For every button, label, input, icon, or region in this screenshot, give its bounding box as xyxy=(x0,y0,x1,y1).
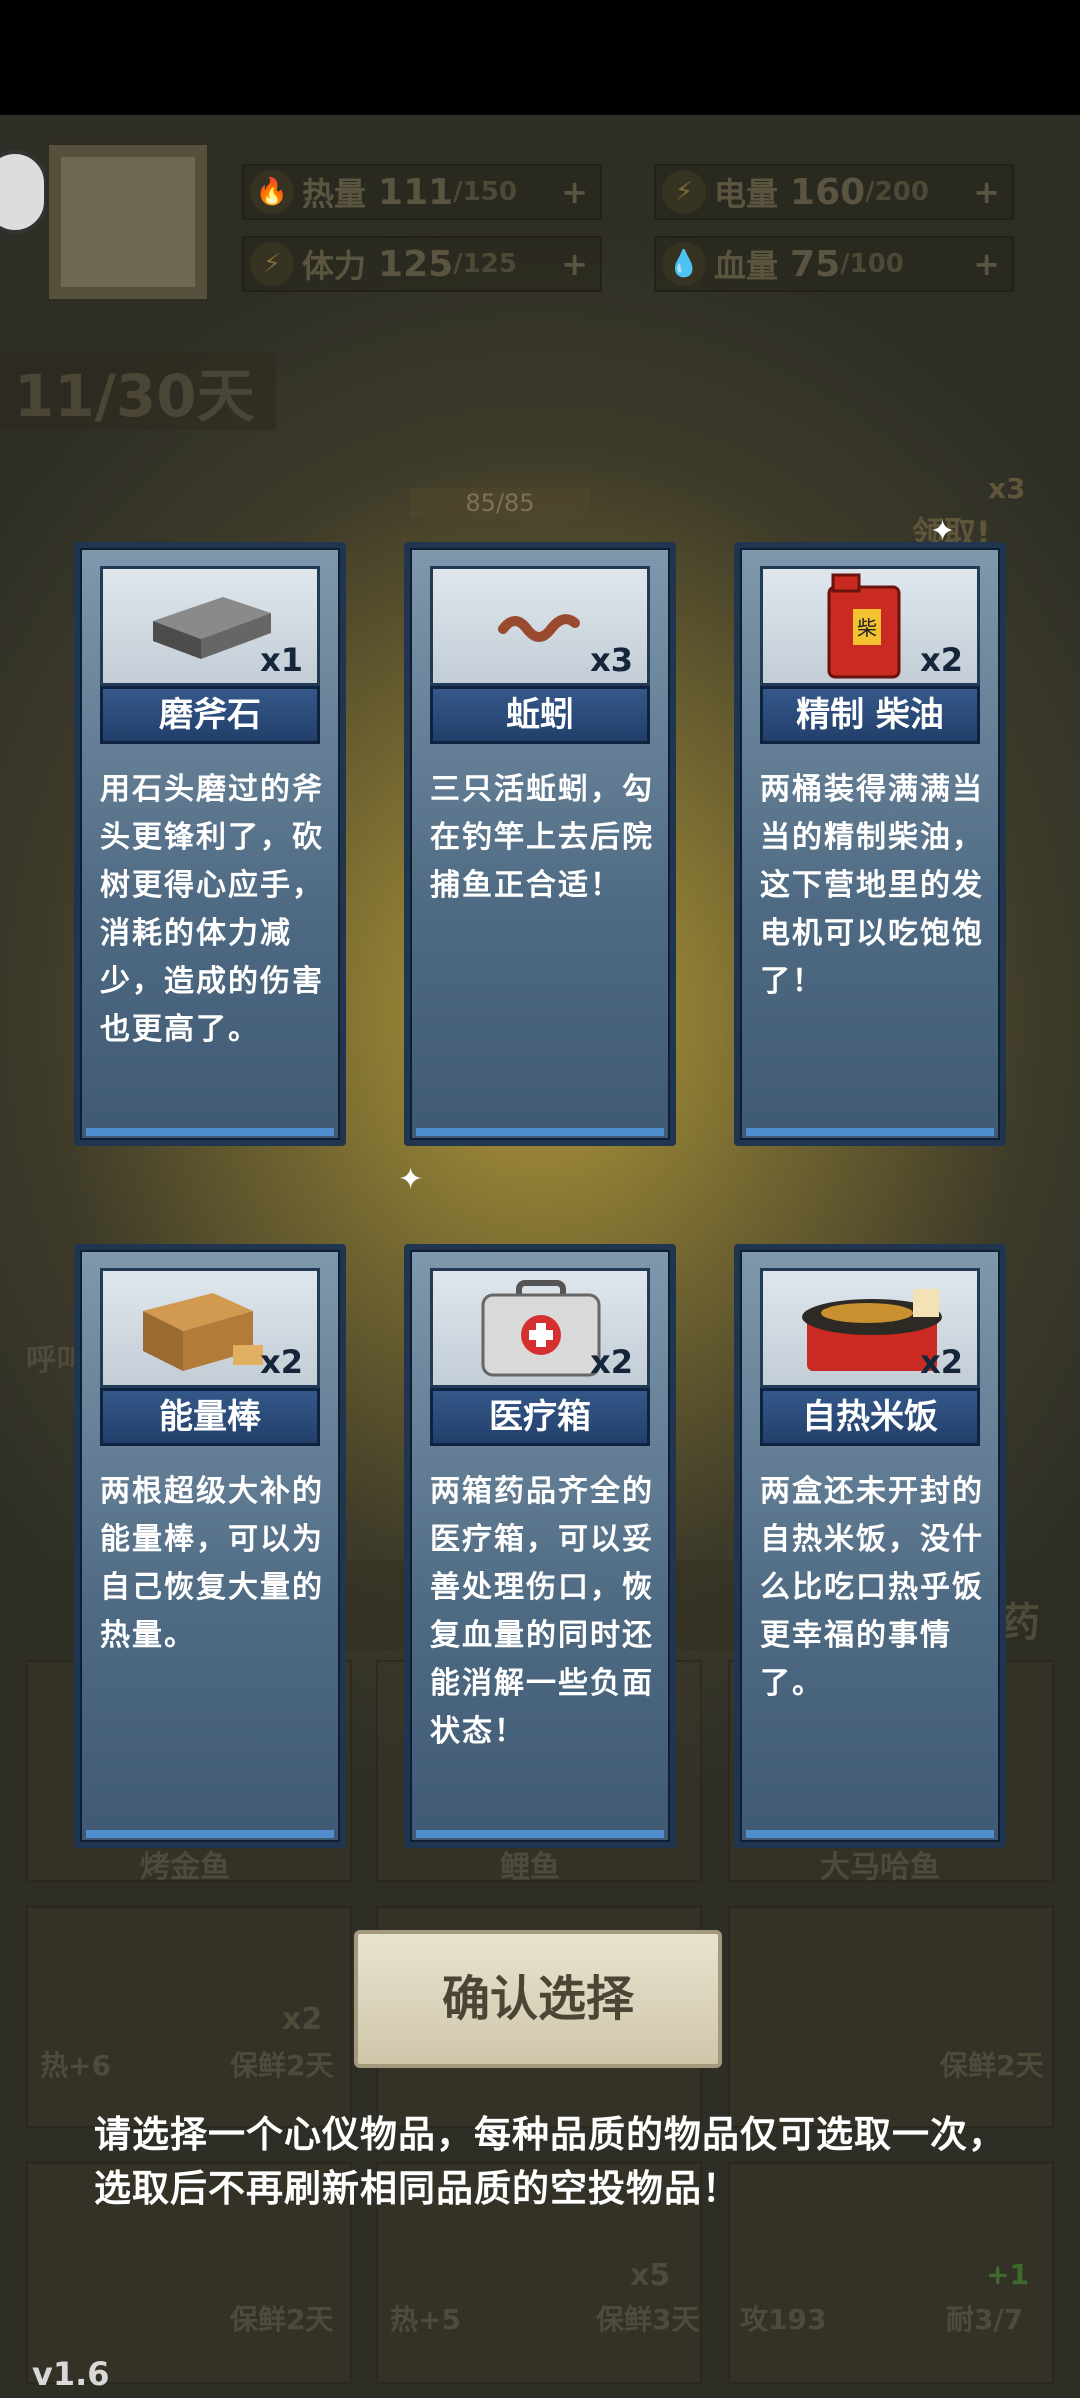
version-label: v1.6 xyxy=(32,2355,110,2393)
inventory-item-stat: 热+5 xyxy=(390,2303,461,2336)
blood-drop-icon: 💧 xyxy=(662,242,706,286)
card-qty: x3 xyxy=(590,641,633,679)
lightning-icon: ⚡ xyxy=(250,242,294,286)
inventory-item-qty: x5 xyxy=(630,2258,671,2293)
confirm-selection-button[interactable]: 确认选择 xyxy=(354,1930,722,2068)
heat-plus-button[interactable]: + xyxy=(561,173,588,211)
airdrop-card-earthworm[interactable]: x3 蚯蚓 三只活蚯蚓，勾在钓竿上去后院捕鱼正合适！ xyxy=(404,542,676,1146)
card-image: x2 xyxy=(430,1268,650,1388)
stamina-plus-button[interactable]: + xyxy=(561,245,588,283)
card-qty: x2 xyxy=(260,1343,303,1381)
card-title: 医疗箱 xyxy=(430,1388,650,1446)
airdrop-card-whetstone[interactable]: x1 磨斧石 用石头磨过的斧头更锋利了，砍树更得心应手，消耗的体力减少，造成的伤… xyxy=(74,542,346,1146)
airdrop-card-diesel[interactable]: 柴 x2 精制 柴油 两桶装得满满当当的精制柴油，这下营地里的发电机可以吃饱饱了… xyxy=(734,542,1006,1146)
card-title: 精制 柴油 xyxy=(760,686,980,744)
card-title: 磨斧石 xyxy=(100,686,320,744)
enemy-hp-bar: 85/85 xyxy=(410,488,590,518)
inventory-item-fresh: 保鲜3天 xyxy=(596,2303,700,2336)
inventory-item-name: 鲤鱼 xyxy=(500,1850,560,1885)
airdrop-card-self-heating-rice[interactable]: x2 自热米饭 两盒还未开封的自热米饭，没什么比吃口热乎饭更幸福的事情了。 xyxy=(734,1244,1006,1848)
inventory-item-durability: 耐3/7 xyxy=(946,2303,1024,2336)
inventory-item-qty: x2 xyxy=(282,2002,323,2037)
inventory-item-fresh: 保鲜2天 xyxy=(230,2049,334,2082)
card-description: 用石头磨过的斧头更锋利了，砍树更得心应手，消耗的体力减少，造成的伤害也更高了。 xyxy=(100,772,324,1047)
card-image: x1 xyxy=(100,566,320,686)
inventory-item-plus: +1 xyxy=(986,2258,1029,2291)
card-image: x2 xyxy=(100,1268,320,1388)
card-qty: x2 xyxy=(920,641,963,679)
inventory-tile[interactable] xyxy=(728,1906,1054,2128)
power-stat: ⚡ 电量 160 /200 + xyxy=(654,164,1014,220)
inventory-item-fresh: 保鲜2天 xyxy=(230,2303,334,2336)
sparkle-icon: ✦ xyxy=(398,1162,424,1197)
card-qty: x2 xyxy=(920,1343,963,1381)
inventory-item-name: 大马哈鱼 xyxy=(820,1850,940,1885)
airdrop-card-medkit[interactable]: x2 医疗箱 两箱药品齐全的医疗箱，可以妥善处理伤口，恢复血量的同时还能消解一些… xyxy=(404,1244,676,1848)
inventory-item-name: 烤金鱼 xyxy=(140,1850,230,1885)
blood-plus-button[interactable]: + xyxy=(973,245,1000,283)
card-description: 两根超级大补的能量棒，可以为自己恢复大量的热量。 xyxy=(100,1474,324,1653)
card-title: 能量棒 xyxy=(100,1388,320,1446)
card-description: 两箱药品齐全的医疗箱，可以妥善处理伤口，恢复血量的同时还能消解一些负面状态！ xyxy=(430,1474,654,1749)
side-med-label: 药 xyxy=(1000,1600,1040,1646)
card-image: 柴 x2 xyxy=(760,566,980,686)
flame-icon: 🔥 xyxy=(250,170,294,214)
card-description: 两桶装得满满当当的精制柴油，这下营地里的发电机可以吃饱饱了！ xyxy=(760,772,984,999)
inventory-item-stat: 热+6 xyxy=(40,2049,111,2082)
player-avatar[interactable] xyxy=(46,142,210,302)
blood-stat: 💧 血量 75 /100 + xyxy=(654,236,1014,292)
card-description: 两盒还未开封的自热米饭，没什么比吃口热乎饭更幸福的事情了。 xyxy=(760,1474,984,1701)
inventory-item-fresh: 保鲜2天 xyxy=(940,2049,1044,2082)
card-description: 三只活蚯蚓，勾在钓竿上去后院捕鱼正合适！ xyxy=(430,772,654,903)
heat-stat: 🔥 热量 111 /150 + xyxy=(242,164,602,220)
power-plus-button[interactable]: + xyxy=(973,173,1000,211)
card-title: 自热米饭 xyxy=(760,1388,980,1446)
side-menu-button[interactable] xyxy=(0,150,48,234)
day-counter: 11/30天 xyxy=(0,352,276,430)
stamina-stat: ⚡ 体力 125 /125 + xyxy=(242,236,602,292)
card-qty: x1 xyxy=(260,641,303,679)
card-qty: x2 xyxy=(590,1343,633,1381)
card-image: x3 xyxy=(430,566,650,686)
side-item-qty: x3 xyxy=(988,472,1026,505)
battery-icon: ⚡ xyxy=(662,170,706,214)
card-title: 蚯蚓 xyxy=(430,686,650,744)
svg-text:柴: 柴 xyxy=(857,616,877,640)
selection-notice: 请选择一个心仪物品，每种品质的物品仅可选取一次，选取后不再刷新相同品质的空投物品… xyxy=(94,2113,1006,2210)
airdrop-card-energy-bar[interactable]: x2 能量棒 两根超级大补的能量棒，可以为自己恢复大量的热量。 xyxy=(74,1244,346,1848)
card-image: x2 xyxy=(760,1268,980,1388)
inventory-item-attack: 攻193 xyxy=(740,2303,827,2336)
